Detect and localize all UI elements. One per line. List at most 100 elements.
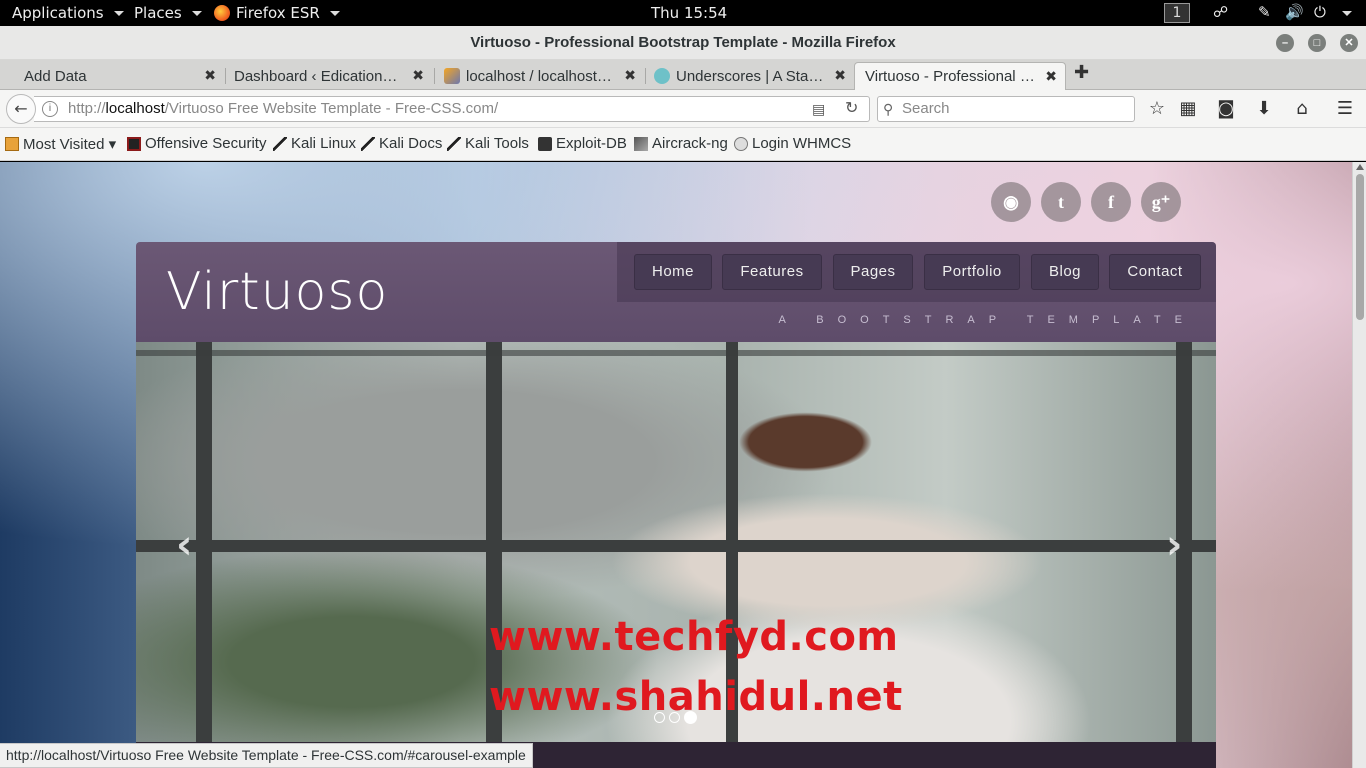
bookmark-login-whmcs[interactable]: Login WHMCS [734, 135, 851, 152]
bookmark-kali-docs[interactable]: Kali Docs [361, 135, 442, 152]
url-bar[interactable]: i http://localhost/Virtuoso Free Website… [34, 96, 870, 122]
twitter-icon[interactable]: t [1041, 182, 1081, 222]
system-menu-chevron-icon[interactable] [1342, 11, 1352, 16]
site-header: Virtuoso Home Features Pages Portfolio B… [136, 242, 1216, 342]
tab-add-data[interactable]: Add Data ✖ [14, 62, 224, 90]
places-menu[interactable]: Places [134, 4, 202, 22]
places-label: Places [134, 4, 182, 22]
url-host: localhost [105, 100, 165, 117]
power-icon[interactable]: ⏻ [1314, 3, 1326, 21]
close-tab-icon[interactable]: ✖ [834, 67, 846, 84]
site-nav: Home Features Pages Portfolio Blog Conta… [617, 242, 1216, 302]
google-plus-icon[interactable]: g⁺ [1141, 182, 1181, 222]
window-frame [136, 350, 1216, 356]
close-tab-icon[interactable]: ✖ [624, 67, 636, 84]
bookmarks-list-icon[interactable]: ▦ [1177, 98, 1199, 119]
site-logo[interactable]: Virtuoso [166, 262, 388, 322]
scroll-up-icon[interactable] [1356, 164, 1364, 170]
devices-icon[interactable]: ☍ [1213, 3, 1228, 21]
kali-icon [447, 136, 461, 151]
carousel-prev-icon[interactable]: ‹ [176, 522, 192, 568]
minimize-button[interactable]: – [1276, 34, 1294, 52]
navigation-toolbar: i http://localhost/Virtuoso Free Website… [0, 90, 1366, 128]
home-icon[interactable]: ⌂ [1291, 98, 1313, 119]
gnome-top-bar: Applications Places Firefox ESR Thu 15:5… [0, 0, 1366, 26]
exploitdb-icon [538, 136, 552, 151]
bookmark-label: Most Visited ▾ [23, 136, 117, 153]
close-tab-icon[interactable]: ✖ [1045, 68, 1057, 85]
firefox-icon [214, 5, 230, 21]
bookmark-kali-tools[interactable]: Kali Tools [447, 135, 529, 152]
page-scrollbar[interactable] [1352, 162, 1366, 768]
nav-portfolio[interactable]: Portfolio [924, 254, 1020, 290]
nav-features[interactable]: Features [722, 254, 822, 290]
bookmark-offensive-security[interactable]: Offensive Security [127, 135, 266, 152]
reader-view-icon[interactable]: ▤ [812, 97, 825, 121]
carousel-indicator[interactable] [669, 712, 680, 723]
site-info-icon[interactable]: i [42, 101, 58, 117]
tab-label: Add Data [24, 67, 87, 85]
rss-icon[interactable]: ◉ [991, 182, 1031, 222]
kali-icon [273, 136, 287, 151]
nav-contact[interactable]: Contact [1109, 254, 1201, 290]
offsec-icon [127, 136, 141, 151]
window-titlebar: Virtuoso - Professional Bootstrap Templa… [0, 26, 1366, 60]
chevron-down-icon [113, 10, 124, 16]
new-tab-icon[interactable]: ✚ [1074, 62, 1089, 83]
scrollbar-thumb[interactable] [1356, 174, 1364, 320]
carousel-indicators [654, 711, 697, 724]
window-frame [136, 540, 1216, 552]
bookmark-aircrack-ng[interactable]: Aircrack-ng [634, 135, 728, 152]
tab-phpmyadmin[interactable]: localhost / localhost /… ✖ [434, 62, 644, 90]
bookmark-label: Aircrack-ng [652, 135, 728, 152]
site-container: Virtuoso Home Features Pages Portfolio B… [136, 242, 1216, 768]
tab-dashboard[interactable]: Dashboard ‹ EdicationSite… ✖ [224, 62, 432, 90]
phpmyadmin-icon [444, 68, 460, 84]
pen-icon[interactable]: ✎ [1258, 3, 1271, 21]
clock[interactable]: Thu 15:54 [651, 4, 727, 22]
app-menu-firefox[interactable]: Firefox ESR [214, 4, 340, 22]
carousel: ‹ › www.techfyd.com www.shahidul.net [136, 342, 1216, 742]
bookmark-label: Exploit-DB [556, 135, 627, 152]
nav-pages[interactable]: Pages [833, 254, 913, 290]
site-tagline: A BOOTSTRAP TEMPLATE [778, 314, 1196, 326]
most-visited-icon [5, 137, 19, 151]
pocket-icon[interactable]: ◙ [1215, 98, 1237, 119]
carousel-indicator-active[interactable] [684, 711, 697, 724]
aircrack-icon [634, 136, 648, 151]
nav-blog[interactable]: Blog [1031, 254, 1099, 290]
tab-label: localhost / localhost /… [466, 67, 616, 85]
watermark-text: www.techfyd.com [489, 614, 899, 660]
bookmark-star-icon[interactable]: ☆ [1146, 98, 1168, 119]
tab-label: Dashboard ‹ EdicationSite… [234, 67, 406, 85]
kali-icon [361, 136, 375, 151]
back-button[interactable]: ← [6, 94, 36, 124]
app-name: Firefox ESR [236, 4, 320, 22]
reload-icon[interactable]: ↻ [845, 97, 858, 121]
downloads-icon[interactable]: ⬇ [1253, 98, 1275, 119]
tab-underscores[interactable]: Underscores | A Start… ✖ [644, 62, 854, 90]
applications-menu[interactable]: Applications [12, 4, 124, 22]
bookmark-label: Login WHMCS [752, 135, 852, 152]
close-tab-icon[interactable]: ✖ [204, 67, 216, 84]
tab-virtuoso[interactable]: Virtuoso - Professional B… ✖ [854, 62, 1066, 90]
web-content: ◉ t f g⁺ Virtuoso Home Features Pages Po… [0, 162, 1352, 768]
url-path: /Virtuoso Free Website Template - Free-C… [164, 100, 499, 117]
bookmark-exploit-db[interactable]: Exploit-DB [538, 135, 627, 152]
close-window-button[interactable]: ✕ [1340, 34, 1358, 52]
close-tab-icon[interactable]: ✖ [412, 67, 424, 84]
bookmark-most-visited[interactable]: Most Visited ▾ [5, 135, 116, 153]
search-bar[interactable]: ⚲ Search [877, 96, 1135, 122]
tab-strip: Add Data ✖ Dashboard ‹ EdicationSite… ✖ … [0, 60, 1366, 90]
volume-icon[interactable]: 🔊 [1285, 3, 1304, 21]
workspace-indicator[interactable]: 1 [1164, 3, 1190, 23]
maximize-button[interactable]: □ [1308, 34, 1326, 52]
carousel-indicator[interactable] [654, 712, 665, 723]
hamburger-menu-icon[interactable]: ☰ [1334, 98, 1356, 119]
search-icon: ⚲ [883, 101, 894, 117]
carousel-next-icon[interactable]: › [1166, 522, 1182, 568]
status-link-preview: http://localhost/Virtuoso Free Website T… [0, 743, 533, 768]
bookmark-kali-linux[interactable]: Kali Linux [273, 135, 356, 152]
facebook-icon[interactable]: f [1091, 182, 1131, 222]
nav-home[interactable]: Home [634, 254, 712, 290]
